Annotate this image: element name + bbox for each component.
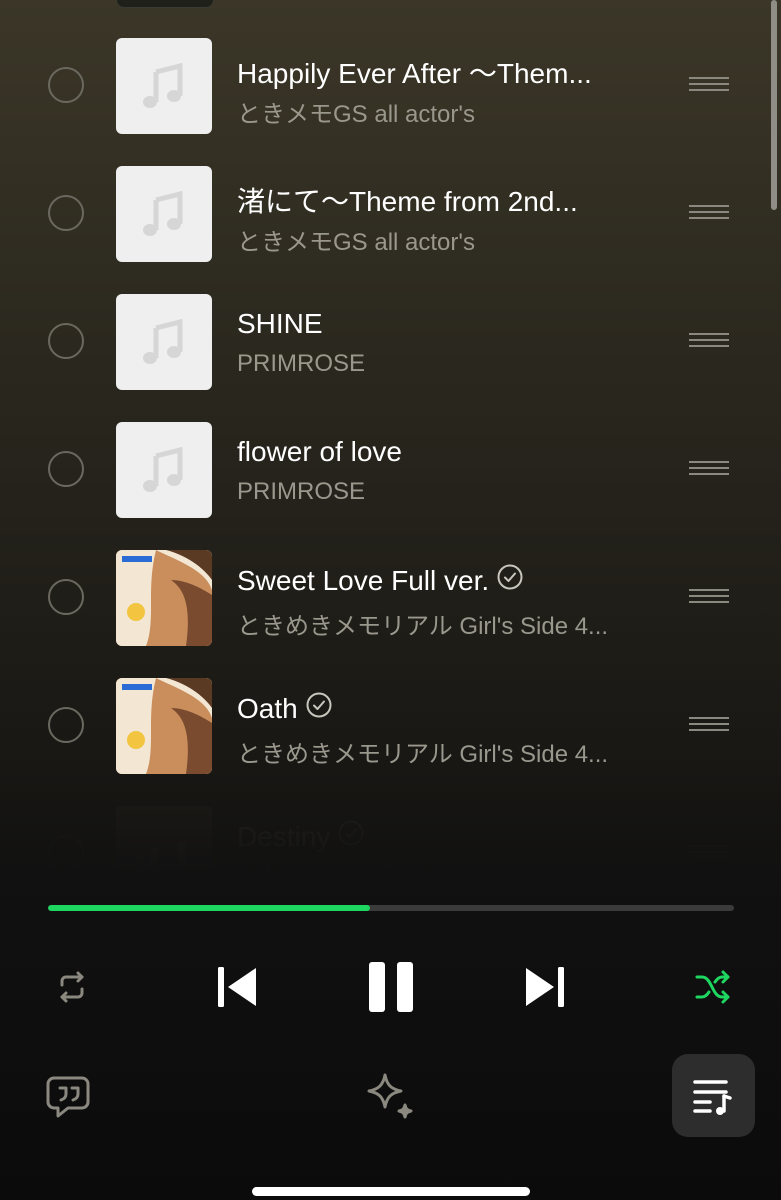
shuffle-button[interactable] xyxy=(688,963,736,1011)
previous-track-artwork-edge xyxy=(116,0,214,8)
track-title: Happily Ever After 〜Them... xyxy=(237,52,592,92)
select-checkbox[interactable] xyxy=(48,67,84,103)
skip-previous-icon xyxy=(218,967,256,1007)
track-artist: ときメモGS all actor's xyxy=(237,101,475,128)
repeat-button[interactable] xyxy=(48,963,96,1011)
track-title-text: flower of love xyxy=(237,436,402,467)
drag-handle-icon[interactable] xyxy=(689,77,729,91)
select-checkbox[interactable] xyxy=(48,323,84,359)
track-title-text: Happily Ever After 〜Them... xyxy=(237,58,592,89)
downloaded-check-icon xyxy=(306,692,332,725)
album-art xyxy=(116,678,212,774)
album-art xyxy=(116,550,212,646)
album-art xyxy=(116,294,212,390)
track-title: Sweet Love Full ver. xyxy=(237,564,523,597)
skip-next-icon xyxy=(526,967,564,1007)
drag-handle-icon[interactable] xyxy=(689,717,729,731)
track-artist: ときめきメモリアル Girl's Side 4... xyxy=(237,741,609,768)
music-note-icon xyxy=(143,318,183,364)
track-artist: PRIMROSE xyxy=(237,478,366,505)
drag-handle-icon[interactable] xyxy=(689,589,729,603)
track-title: Oath xyxy=(237,692,332,725)
pause-button[interactable] xyxy=(364,960,418,1014)
music-note-icon xyxy=(143,62,183,108)
track-title: SHINE xyxy=(237,308,323,340)
track-artist: ときメモGS all actor's xyxy=(237,229,475,256)
track-title-text: 渚にて〜Theme from 2nd... xyxy=(237,186,578,217)
drag-handle-icon[interactable] xyxy=(689,205,729,219)
track-title-text: Oath xyxy=(237,692,298,724)
select-checkbox[interactable] xyxy=(48,579,84,615)
home-indicator[interactable] xyxy=(252,1187,530,1196)
lyrics-icon xyxy=(46,1076,90,1118)
queue-row[interactable]: SHINE PRIMROSE xyxy=(0,294,781,424)
drag-handle-icon[interactable] xyxy=(689,461,729,475)
pause-icon xyxy=(369,962,413,1012)
progress-bar[interactable] xyxy=(48,905,734,911)
album-art xyxy=(116,166,212,262)
queue-row[interactable]: Oath ときめきメモリアル Girl's Side 4... xyxy=(0,678,781,808)
queue-row[interactable]: Sweet Love Full ver. ときめきメモリアル Girl's Sid… xyxy=(0,550,781,680)
ai-button[interactable] xyxy=(362,1068,418,1124)
progress-fill xyxy=(48,905,371,911)
track-title-text: Sweet Love Full ver. xyxy=(237,564,490,596)
queue-button[interactable] xyxy=(672,1054,755,1137)
album-cover-image xyxy=(116,678,212,774)
queue-row[interactable]: 渚にて〜Theme from 2nd... ときメモGS all actor's xyxy=(0,166,781,296)
queue-row[interactable]: Happily Ever After 〜Them... ときメモGS all ac… xyxy=(0,38,781,168)
track-title: flower of love xyxy=(237,436,402,468)
album-art xyxy=(116,422,212,518)
music-note-icon xyxy=(143,190,183,236)
album-art xyxy=(116,38,212,134)
lyrics-button[interactable] xyxy=(42,1070,94,1122)
shuffle-icon xyxy=(695,970,730,1004)
select-checkbox[interactable] xyxy=(48,195,84,231)
queue-row[interactable]: flower of love PRIMROSE xyxy=(0,422,781,552)
repeat-icon xyxy=(60,971,84,1003)
sparkle-icon xyxy=(367,1073,413,1119)
drag-handle-icon[interactable] xyxy=(689,333,729,347)
downloaded-check-icon xyxy=(497,564,523,597)
select-checkbox[interactable] xyxy=(48,707,84,743)
album-cover-image xyxy=(116,550,212,646)
queue-icon xyxy=(693,1080,732,1115)
next-button[interactable] xyxy=(522,963,570,1011)
track-title-text: SHINE xyxy=(237,308,323,339)
track-artist: ときめきメモリアル Girl's Side 4... xyxy=(237,613,609,640)
previous-button[interactable] xyxy=(212,963,260,1011)
track-title: 渚にて〜Theme from 2nd... xyxy=(237,180,578,220)
select-checkbox[interactable] xyxy=(48,451,84,487)
track-artist: PRIMROSE xyxy=(237,350,366,377)
music-note-icon xyxy=(143,446,183,492)
